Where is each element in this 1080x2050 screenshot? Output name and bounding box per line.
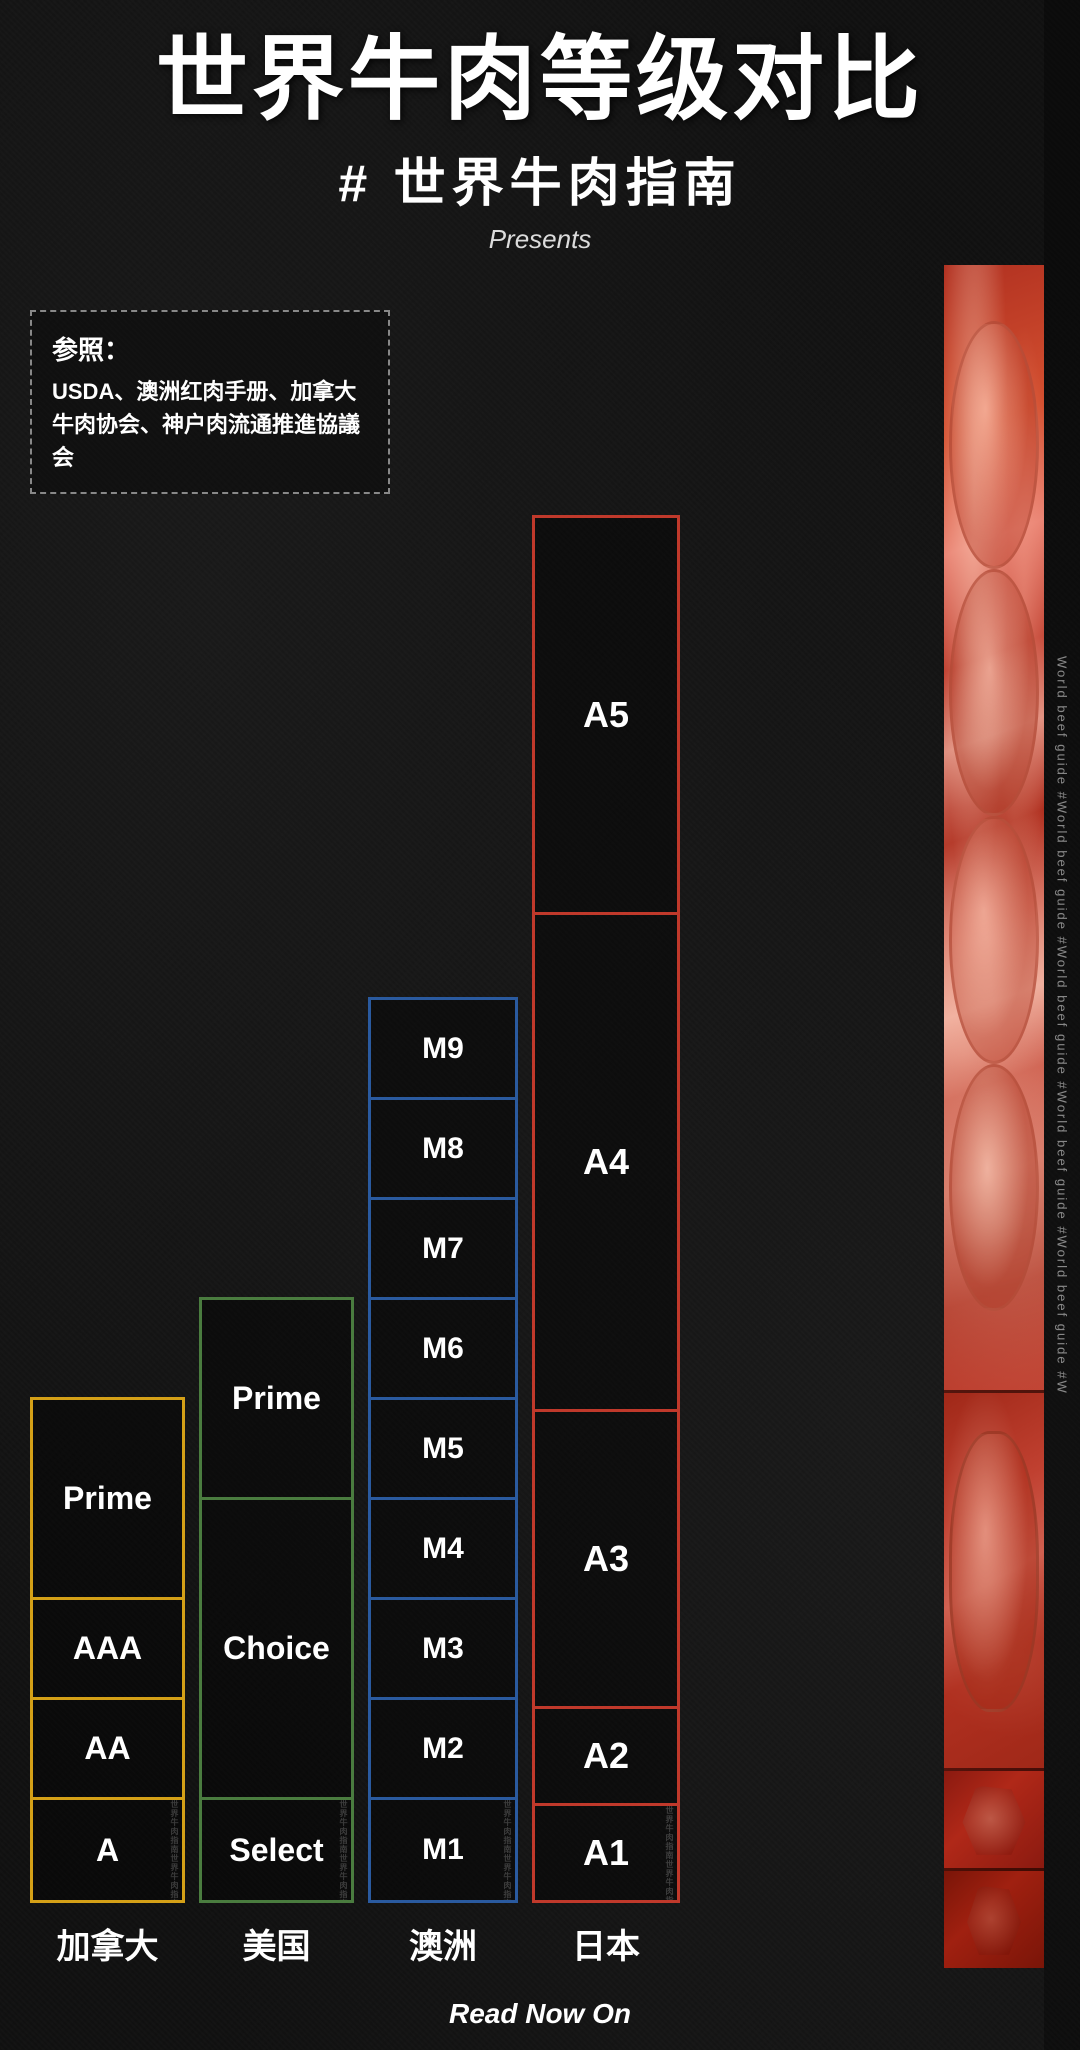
header: 世界牛肉等级对比 # 世界牛肉指南 Presents: [0, 0, 1080, 285]
australia-column: M9 M8 M7 M6 M5 M4 M3 M2 M1 世界牛肉指南世界牛肉指南 …: [368, 997, 518, 1968]
aus-m8: M8: [371, 1100, 515, 1200]
canada-aaa: AAA: [33, 1600, 182, 1700]
usa-column: Prime Choice Select 世界牛肉指南世界牛肉指南 美国: [199, 1297, 354, 1968]
canada-grades-box: Prime AAA AA A 世界牛肉指南世界牛肉指南: [30, 1397, 185, 1903]
aus-m2: M2: [371, 1700, 515, 1800]
australia-label: 澳洲: [409, 1919, 477, 1968]
usa-watermark: 世界牛肉指南世界牛肉指南: [335, 1800, 349, 1900]
page-wrapper: World beef guide #World beef guide #Worl…: [0, 0, 1080, 2050]
japan-a4: A4: [532, 912, 680, 1412]
japan-grades-box: A5 A4 A3 A2 A1 世界牛肉指南世界牛肉指南: [532, 515, 680, 1903]
japan-label: 日本: [572, 1919, 640, 1968]
canada-a: A 世界牛肉指南世界牛肉指南: [33, 1800, 182, 1900]
main-title: 世界牛肉等级对比: [20, 30, 1060, 131]
usa-prime: Prime: [202, 1300, 351, 1500]
aus-m5: M5: [371, 1400, 515, 1500]
steak-strip: [944, 265, 1044, 1968]
japan-a2: A2: [532, 1706, 680, 1806]
usa-select: Select 世界牛肉指南世界牛肉指南: [202, 1800, 351, 1900]
presents-text: Presents: [20, 224, 1060, 255]
aus-m4: M4: [371, 1500, 515, 1600]
japan-watermark: 世界牛肉指南世界牛肉指南: [661, 1806, 675, 1900]
reference-box: 参照： USDA、澳洲红肉手册、加拿大牛肉协会、神户肉流通推進協議会: [30, 310, 390, 494]
canada-label: 加拿大: [57, 1919, 159, 1968]
subtitle: # 世界牛肉指南: [20, 141, 1060, 216]
usa-grades-box: Prime Choice Select 世界牛肉指南世界牛肉指南: [199, 1297, 354, 1903]
australia-grades-box: M9 M8 M7 M6 M5 M4 M3 M2 M1 世界牛肉指南世界牛肉指南: [368, 997, 518, 1903]
japan-a5: A5: [532, 515, 680, 915]
grade-columns: Prime AAA AA A 世界牛肉指南世界牛肉指南 加拿大 Prime Ch…: [0, 515, 940, 1968]
reference-body: USDA、澳洲红肉手册、加拿大牛肉协会、神户肉流通推進協議会: [52, 375, 368, 474]
usa-label: 美国: [243, 1919, 311, 1968]
canada-column: Prime AAA AA A 世界牛肉指南世界牛肉指南 加拿大: [30, 1397, 185, 1968]
japan-column: A5 A4 A3 A2 A1 世界牛肉指南世界牛肉指南 日本: [532, 515, 680, 1968]
aus-m6: M6: [371, 1300, 515, 1400]
aus-watermark: 世界牛肉指南世界牛肉指南: [499, 1800, 513, 1900]
canada-prime: Prime: [33, 1400, 182, 1600]
aus-m9: M9: [371, 1000, 515, 1100]
aus-m1: M1 世界牛肉指南世界牛肉指南: [371, 1800, 515, 1900]
japan-a1: A1 世界牛肉指南世界牛肉指南: [532, 1803, 680, 1903]
japan-a3: A3: [532, 1409, 680, 1709]
aus-m3: M3: [371, 1600, 515, 1700]
aus-m7: M7: [371, 1200, 515, 1300]
canada-aa: AA: [33, 1700, 182, 1800]
canada-watermark: 世界牛肉指南世界牛肉指南: [166, 1800, 180, 1900]
footer-text: Read Now On: [0, 1968, 1080, 2050]
reference-label: 参照：: [52, 330, 368, 367]
usa-choice: Choice: [202, 1500, 351, 1800]
